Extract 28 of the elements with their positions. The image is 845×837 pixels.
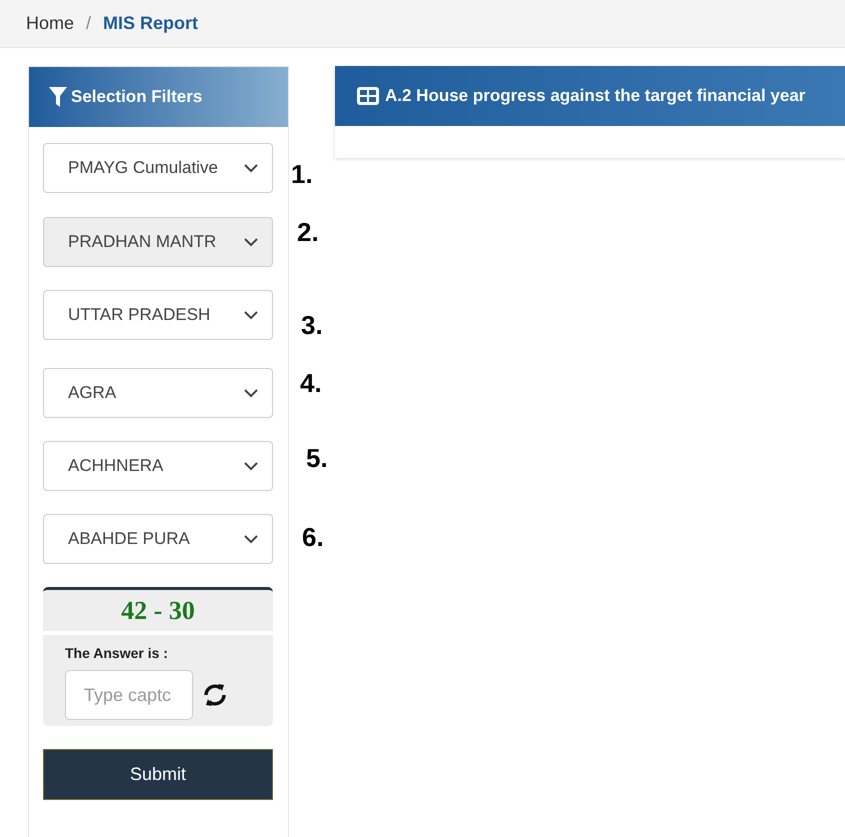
annotation-number: 3.	[301, 309, 323, 342]
submit-button[interactable]: Submit	[43, 749, 273, 800]
chevron-icon	[244, 388, 258, 398]
breadcrumb-link[interactable]: Home	[26, 10, 74, 37]
select-dropdown[interactable]: PMAYG Cumulative	[43, 143, 273, 193]
breadcrumb-separator: /	[86, 12, 92, 35]
captcha-input[interactable]: Type captc	[65, 670, 193, 720]
annotation-number: 1.	[291, 158, 313, 191]
table-icon	[357, 87, 379, 105]
select-dropdown[interactable]: UTTAR PRADESH	[43, 290, 273, 340]
chevron-icon	[244, 534, 258, 544]
select-dropdown[interactable]: AGRA	[43, 368, 273, 418]
select-dropdown[interactable]: ACHHNERA	[43, 441, 273, 491]
panel-title: Selection Filters	[71, 86, 202, 108]
chevron-icon	[244, 238, 258, 246]
annotation-number: 5.	[306, 442, 328, 475]
breadcrumb-link[interactable]: MIS Report	[103, 10, 198, 37]
select-dropdown[interactable]: ABAHDE PURA	[43, 514, 273, 564]
chevron-icon	[244, 310, 258, 320]
chevron-icon	[244, 164, 258, 172]
captcha-challenge: 42 - 30	[121, 595, 195, 627]
filter-icon	[49, 87, 67, 107]
annotation-number: 4.	[300, 367, 322, 400]
chevron-icon	[244, 462, 258, 470]
annotation-number: 6.	[302, 521, 324, 554]
report-title: A.2 House progress against the target financial year	[385, 85, 806, 108]
annotation-number: 2.	[297, 216, 319, 249]
captcha-label: The Answer is :	[65, 644, 169, 663]
